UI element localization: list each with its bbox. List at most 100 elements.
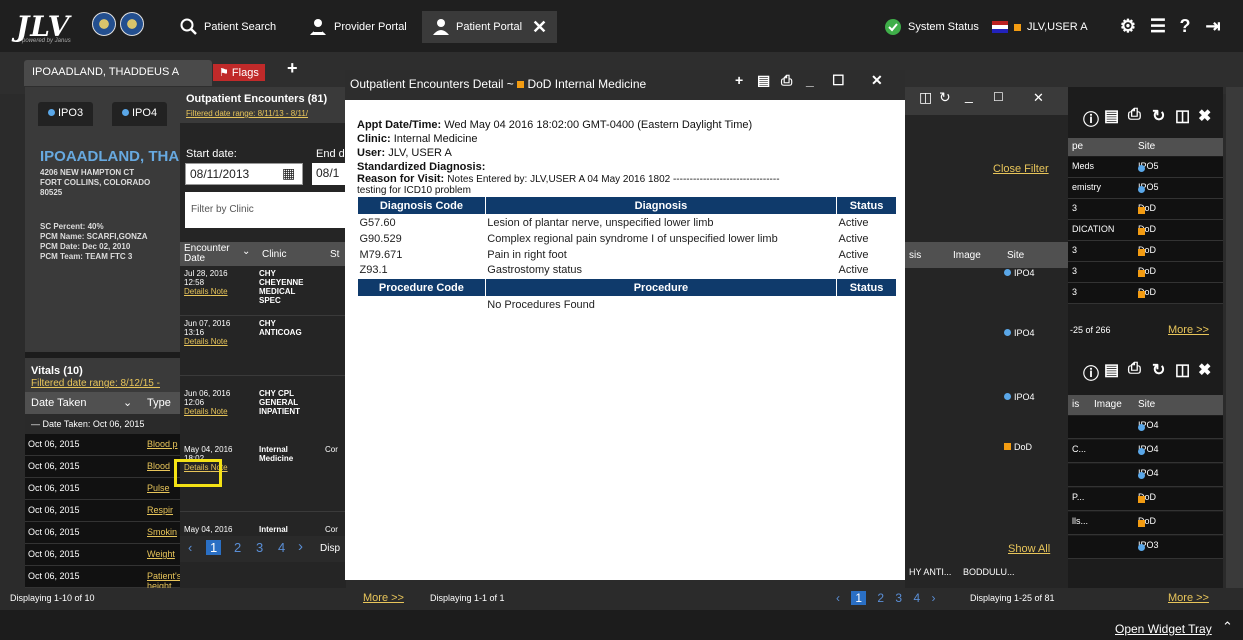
page-scrollbar[interactable] xyxy=(1226,87,1243,610)
col-site[interactable]: Site xyxy=(1138,141,1155,152)
right-middle-bottom-row[interactable]: HY ANTI... BODDULU... xyxy=(905,562,1068,582)
minimize-icon[interactable]: _ xyxy=(965,87,973,103)
columns-icon[interactable]: ◫ xyxy=(1175,106,1190,126)
col-sis[interactable]: sis xyxy=(909,250,921,261)
open-widget-tray-link[interactable]: Open Widget Tray xyxy=(1115,622,1212,636)
vitals-row[interactable]: Oct 06, 2015 Smokin xyxy=(25,522,180,544)
col-site[interactable]: Site xyxy=(1138,399,1155,410)
note-link[interactable]: Note xyxy=(211,287,228,296)
page-1[interactable]: 1 xyxy=(851,591,867,605)
close-icon[interactable]: ✖ xyxy=(1198,106,1211,126)
minimize-icon[interactable]: _ xyxy=(806,72,814,88)
refresh-icon[interactable]: ↻ xyxy=(1152,106,1165,126)
vitals-row[interactable]: Oct 06, 2015 Respir xyxy=(25,500,180,522)
tab-patient-portal[interactable]: Patient Portal ✕ xyxy=(422,11,558,43)
col-procedure-code[interactable]: Procedure Code xyxy=(357,278,486,297)
close-tab-icon[interactable]: ✕ xyxy=(532,17,547,38)
chevron-up-icon[interactable]: ⌃ xyxy=(1222,619,1233,635)
flags-button[interactable]: ⚑ Flags xyxy=(213,64,265,81)
list-item[interactable]: emistry IPO5 xyxy=(1068,178,1223,199)
details-link[interactable]: Details xyxy=(184,407,208,416)
close-icon[interactable]: ✕ xyxy=(871,72,883,89)
diagnosis-row[interactable]: G90.529 Complex regional pain syndrome I … xyxy=(358,231,897,247)
clipboard-icon[interactable]: ▤ xyxy=(1104,106,1119,126)
end-date-input[interactable]: 08/1 xyxy=(312,163,346,185)
note-link[interactable]: Note xyxy=(211,407,228,416)
vitals-type-link[interactable]: Blood xyxy=(147,461,170,471)
rightmost-top-more[interactable]: More >> xyxy=(1168,324,1209,336)
site-row[interactable]: DoD xyxy=(1004,442,1054,452)
print-icon[interactable]: ⎙ xyxy=(1128,106,1141,124)
close-icon[interactable]: ✖ xyxy=(1198,360,1211,380)
list-item[interactable]: P... DoD xyxy=(1068,488,1223,511)
details-link[interactable]: Details xyxy=(184,287,208,296)
encounters-filter-link[interactable]: Filtered date range: 8/11/13 - 8/11/ xyxy=(186,109,346,118)
col-diagnosis[interactable]: Diagnosis xyxy=(484,196,838,215)
col-sis[interactable]: is xyxy=(1072,399,1079,410)
site-row[interactable]: IPO4 xyxy=(1004,268,1054,278)
close-filter-link[interactable]: Close Filter xyxy=(993,163,1049,175)
add-tab-icon[interactable]: + xyxy=(287,58,298,79)
show-all-link[interactable]: Show All xyxy=(1008,543,1050,555)
col-status[interactable]: St xyxy=(330,249,339,260)
page-2[interactable]: 2 xyxy=(234,540,241,555)
close-icon[interactable]: ✕ xyxy=(1033,90,1044,106)
columns-icon[interactable]: ◫ xyxy=(1175,360,1190,380)
vitals-more-link[interactable]: More >> xyxy=(363,592,404,604)
list-item[interactable]: IPO4 xyxy=(1068,416,1223,439)
vitals-type-link[interactable]: Weight xyxy=(147,549,175,559)
note-link[interactable]: Note xyxy=(211,337,228,346)
next-page-icon[interactable]: › xyxy=(931,591,935,605)
list-item[interactable]: lls... DoD xyxy=(1068,512,1223,535)
user-menu[interactable]: JLV,USER A xyxy=(992,11,1088,43)
maximize-icon[interactable]: ☐ xyxy=(993,90,1004,104)
table-row[interactable]: Jul 28, 2016 12:58 Details Note CHY CHEYENN… xyxy=(180,266,346,316)
col-site[interactable]: Site xyxy=(1007,250,1024,261)
refresh-icon[interactable]: ↻ xyxy=(939,89,951,106)
refresh-icon[interactable]: ↻ xyxy=(1152,360,1165,380)
page-2[interactable]: 2 xyxy=(877,591,884,605)
list-item[interactable]: IPO3 xyxy=(1068,536,1223,559)
site-row[interactable]: IPO4 xyxy=(1004,392,1054,402)
col-diagnosis-code[interactable]: Diagnosis Code xyxy=(357,196,486,215)
col-dx-status[interactable]: Status xyxy=(836,196,897,215)
columns-icon[interactable]: ◫ xyxy=(919,89,932,106)
col-type[interactable]: Type xyxy=(147,397,171,409)
help-icon[interactable]: ? xyxy=(1175,16,1195,36)
col-clinic[interactable]: Clinic xyxy=(262,249,286,260)
next-page-icon[interactable]: › xyxy=(298,538,303,555)
page-1[interactable]: 1 xyxy=(206,540,222,555)
col-image[interactable]: Image xyxy=(1094,399,1122,410)
nav-patient-search[interactable]: Patient Search xyxy=(180,11,276,43)
site-tab-ipo3[interactable]: IPO3 xyxy=(38,102,94,126)
vitals-type-link[interactable]: Pulse xyxy=(147,483,170,493)
col-date-taken[interactable]: Date Taken xyxy=(31,397,86,409)
diagnosis-row[interactable]: Z93.1 Gastrostomy status Active xyxy=(358,263,897,279)
col-encounter-date[interactable]: Encounter Date xyxy=(184,244,244,264)
vitals-row[interactable]: Oct 06, 2015 Blood p xyxy=(25,434,180,456)
clipboard-icon[interactable]: ▤ xyxy=(1104,360,1119,380)
info-icon[interactable]: ⓘ xyxy=(1083,106,1099,130)
site-row[interactable]: IPO4 xyxy=(1004,328,1054,338)
gear-icon[interactable]: ⚙ xyxy=(1118,16,1138,36)
print-icon[interactable]: ⎙ xyxy=(1128,360,1141,378)
table-row[interactable]: Jun 07, 2016 13:16 Details Note CHY ANTICOA… xyxy=(180,316,346,376)
vitals-row[interactable]: Oct 06, 2015 Weight xyxy=(25,544,180,566)
add-icon[interactable]: + xyxy=(735,72,743,88)
maximize-icon[interactable]: ☐ xyxy=(832,72,845,89)
list-item[interactable]: C... IPO4 xyxy=(1068,440,1223,463)
diagnosis-row[interactable]: M79.671 Pain in right foot Active xyxy=(358,247,897,263)
patient-tab[interactable]: IPOAADLAND, THADDEUS A xyxy=(24,60,212,86)
prev-page-icon[interactable]: ‹ xyxy=(836,591,840,605)
col-proc-status[interactable]: Status xyxy=(836,278,897,297)
list-item[interactable]: DICATION DoD xyxy=(1068,220,1223,241)
calendar-icon[interactable]: ▦ xyxy=(282,165,295,182)
vitals-row[interactable]: Oct 06, 2015Patient's height value80 xyxy=(25,566,285,601)
list-item[interactable]: 3 DoD xyxy=(1068,241,1223,262)
nav-provider-portal[interactable]: Provider Portal xyxy=(308,11,407,43)
vitals-row[interactable]: Oct 06, 2015 Pulse xyxy=(25,478,180,500)
clipboard-icon[interactable]: ▤ xyxy=(757,72,770,89)
col-type[interactable]: pe xyxy=(1072,141,1083,152)
info-icon[interactable]: ⓘ xyxy=(1083,360,1099,384)
page-3[interactable]: 3 xyxy=(895,591,902,605)
